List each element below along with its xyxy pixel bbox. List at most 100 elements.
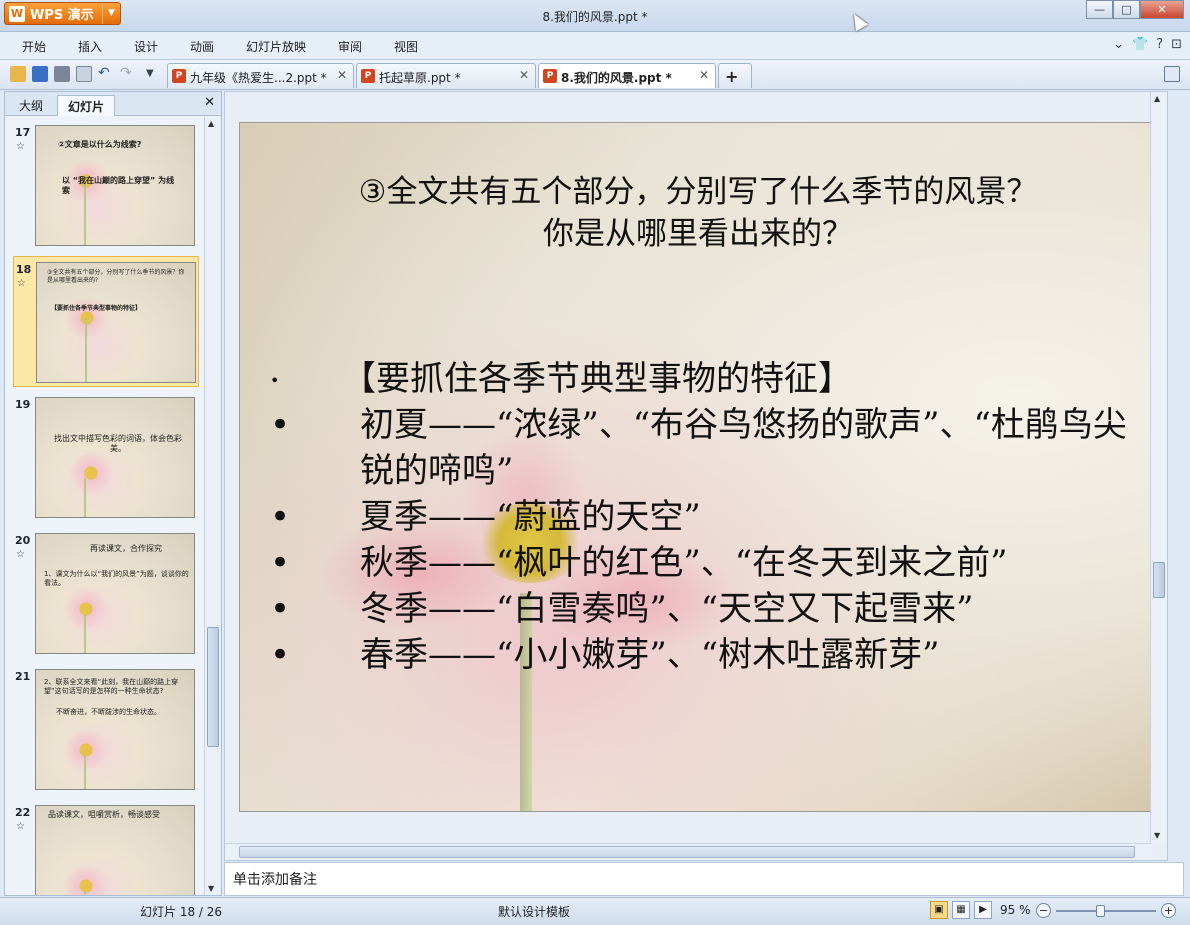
menu-design[interactable]: 设计 [134,38,158,55]
zoom-out-icon[interactable]: − [1036,903,1051,918]
new-tab-button[interactable]: + [718,63,752,88]
slide-number: 17 [15,126,31,139]
thumb-text: ③全文共有五个部分，分别写了什么季节的风景？你是从哪里看出来的? [47,269,185,284]
slideshow-view-icon[interactable]: ▶ [974,901,992,919]
tab-label: 8.我们的风景.ppt * [561,71,672,85]
tab-document-3[interactable]: P 8.我们的风景.ppt * ✕ [538,63,716,88]
menu-slideshow[interactable]: 幻灯片放映 [246,38,306,55]
slide-canvas[interactable]: ③全文共有五个部分，分别写了什么季节的风景？ 你是从哪里看出来的？ • 【要抓住各… [239,122,1155,812]
thumbnail-slide-17[interactable]: 17 ☆ ②文章是以什么为线索? 以 “我在山巅的路上穿望” 为线索 [13,120,199,251]
menu-animation[interactable]: 动画 [190,38,214,55]
slide-body[interactable]: • 【要抓住各季节典型事物的特征】 • 初夏——“浓绿”、“布谷鸟悠扬的歌声”、“杜… [270,356,1150,678]
scroll-up-icon[interactable]: ▲ [208,119,214,128]
open-folder-icon[interactable] [10,66,26,82]
slide-number: 21 [15,670,31,683]
bullet-item: • 夏季——“蔚蓝的天空” [270,494,1150,540]
undo-icon[interactable]: ↶ [98,65,114,81]
slide-number: 22 [15,806,31,819]
scrollbar-thumb[interactable] [239,846,1135,858]
thumbnail-scrollbar[interactable]: ▲ ▼ [204,117,221,895]
tab-document-1[interactable]: P 九年级《热爱生...2.ppt * ✕ [167,63,354,88]
ppt-file-icon: P [172,69,186,83]
maximize-button[interactable]: □ [1113,0,1140,19]
notes-pane[interactable]: 单击添加备注 [224,862,1184,896]
skin-icon[interactable]: 👕 [1132,37,1148,52]
scrollbar-thumb[interactable] [207,627,219,747]
sorter-view-icon[interactable]: ▦ [952,901,970,919]
print-icon[interactable] [54,66,70,82]
thumbnail-list: 17 ☆ ②文章是以什么为线索? 以 “我在山巅的路上穿望” 为线索 18 ☆ … [5,117,203,895]
close-tab-icon[interactable]: ✕ [519,68,529,82]
animation-star-icon: ☆ [17,278,26,289]
menu-insert[interactable]: 插入 [78,38,102,55]
menu-bar: 开始 插入 设计 动画 幻灯片放映 审阅 视图 ⌄ 👕 ? ⊡ [0,32,1190,60]
template-name[interactable]: 默认设计模板 [498,903,570,920]
menu-home[interactable]: 开始 [22,38,46,55]
editor-vertical-scrollbar[interactable]: ▲ ▼ [1150,92,1167,842]
bullet-item: • 冬季——“白雪奏鸣”、“天空又下起雪来” [270,586,1150,632]
print-preview-icon[interactable] [76,66,92,82]
scroll-down-icon[interactable]: ▼ [1154,831,1160,840]
menu-view[interactable]: 视图 [394,38,418,55]
close-panel-icon[interactable]: ✕ [204,95,215,110]
tab-label: 九年级《热爱生...2.ppt * [190,71,327,85]
zoom-in-icon[interactable]: + [1161,903,1176,918]
bullet-mark: • [270,589,291,629]
tab-slides[interactable]: 幻灯片 [57,95,116,116]
status-bar: 幻灯片 18 / 26 默认设计模板 ▣ ▦ ▶ 95 % − + [0,897,1190,925]
bullet-text: 夏季——“蔚蓝的天空” [360,497,701,537]
zoom-knob[interactable] [1096,905,1105,917]
editor-horizontal-scrollbar[interactable] [225,843,1152,860]
slide-title[interactable]: ③全文共有五个部分，分别写了什么季节的风景？ 你是从哪里看出来的？ [240,171,1154,255]
menu-review[interactable]: 审阅 [338,38,362,55]
bullet-mark: • [270,635,291,675]
scroll-down-icon[interactable]: ▼ [208,884,214,893]
thumb-text: 找出文中描写色彩的词语，体会色彩美。 [54,434,182,453]
tab-document-2[interactable]: P 托起草原.ppt * ✕ [356,63,536,88]
document-title: 8.我们的风景.ppt * [542,10,648,24]
scroll-up-icon[interactable]: ▲ [1154,94,1160,103]
scrollbar-thumb[interactable] [1153,562,1165,598]
toolbar-dropdown-icon[interactable]: ▼ [146,68,162,84]
animation-star-icon: ☆ [16,549,25,560]
thumbnail-slide-20[interactable]: 20 ☆ 再读课文，合作探究 1、课文为什么以“我们的风景”为题，谈谈你的看法。 [13,528,199,659]
ppt-file-icon: P [543,69,557,83]
chevron-down-icon[interactable]: ⌄ [1113,37,1124,52]
animation-star-icon: ☆ [16,141,25,152]
bullet-text: 初夏——“浓绿”、“布谷鸟悠扬的歌声”、“杜鹃鸟尖锐的啼鸣” [360,405,1127,491]
slide-number: 18 [16,263,32,276]
normal-view-icon[interactable]: ▣ [930,901,948,919]
bullet-mark: • [270,371,280,390]
thumbnail-slide-19[interactable]: 19 找出文中描写色彩的词语，体会色彩美。 [13,392,199,523]
animation-star-icon: ☆ [16,821,25,832]
thumb-text: 不断奋进，不断跋涉的生命状态。 [56,708,161,716]
thumbnail-slide-18[interactable]: 18 ☆ ③全文共有五个部分，分别写了什么季节的风景？你是从哪里看出来的? 【要… [13,256,199,387]
slide-editor: ③全文共有五个部分，分别写了什么季节的风景？ 你是从哪里看出来的？ • 【要抓住各… [224,91,1168,861]
slide-title-line: 你是从哪里看出来的？ [543,216,853,252]
restore-icon[interactable]: ⊡ [1171,37,1182,52]
close-button[interactable]: ✕ [1140,0,1184,19]
bullet-mark: • [270,543,291,583]
thumb-text: ②文章是以什么为线索? [58,140,142,149]
thumb-text: 再读课文，合作探究 [90,544,162,553]
slides-panel: 大纲 幻灯片 ✕ 17 ☆ ②文章是以什么为线索? 以 “我在山巅的路上穿望” … [4,91,222,896]
bullet-text: 春季——“小小嫩芽”、“树木吐露新芽” [360,635,940,675]
tab-outline[interactable]: 大纲 [9,95,53,116]
bullet-text: 【要抓住各季节典型事物的特征】 [342,359,852,399]
bullet-item: • 【要抓住各季节典型事物的特征】 [270,356,1150,402]
zoom-slider[interactable]: − + [1036,902,1176,920]
thumb-text: 【要抓住各季节典型事物的特征】 [51,305,142,312]
thumbnail-slide-21[interactable]: 21 2、联系全文来看“此刻，我在山巅的路上穿望”这句话写的是怎样的一种生命状态… [13,664,199,795]
tab-list-icon[interactable] [1164,66,1180,82]
close-tab-icon[interactable]: ✕ [699,68,709,82]
save-icon[interactable] [32,66,48,82]
bullet-item: • 初夏——“浓绿”、“布谷鸟悠扬的歌声”、“杜鹃鸟尖锐的啼鸣” [270,402,1150,494]
thumb-text: 1、课文为什么以“我们的风景”为题，谈谈你的看法。 [44,570,189,587]
help-icon[interactable]: ? [1156,37,1163,52]
redo-icon[interactable]: ↷ [120,65,136,81]
minimize-button[interactable]: — [1086,0,1113,19]
close-tab-icon[interactable]: ✕ [337,68,347,82]
slide-title-line: ③全文共有五个部分，分别写了什么季节的风景？ [358,174,1038,210]
zoom-track [1056,910,1156,912]
thumbnail-slide-22[interactable]: 22 ☆ 品读课文，咀嚼赏析，畅谈感受 [13,800,199,895]
